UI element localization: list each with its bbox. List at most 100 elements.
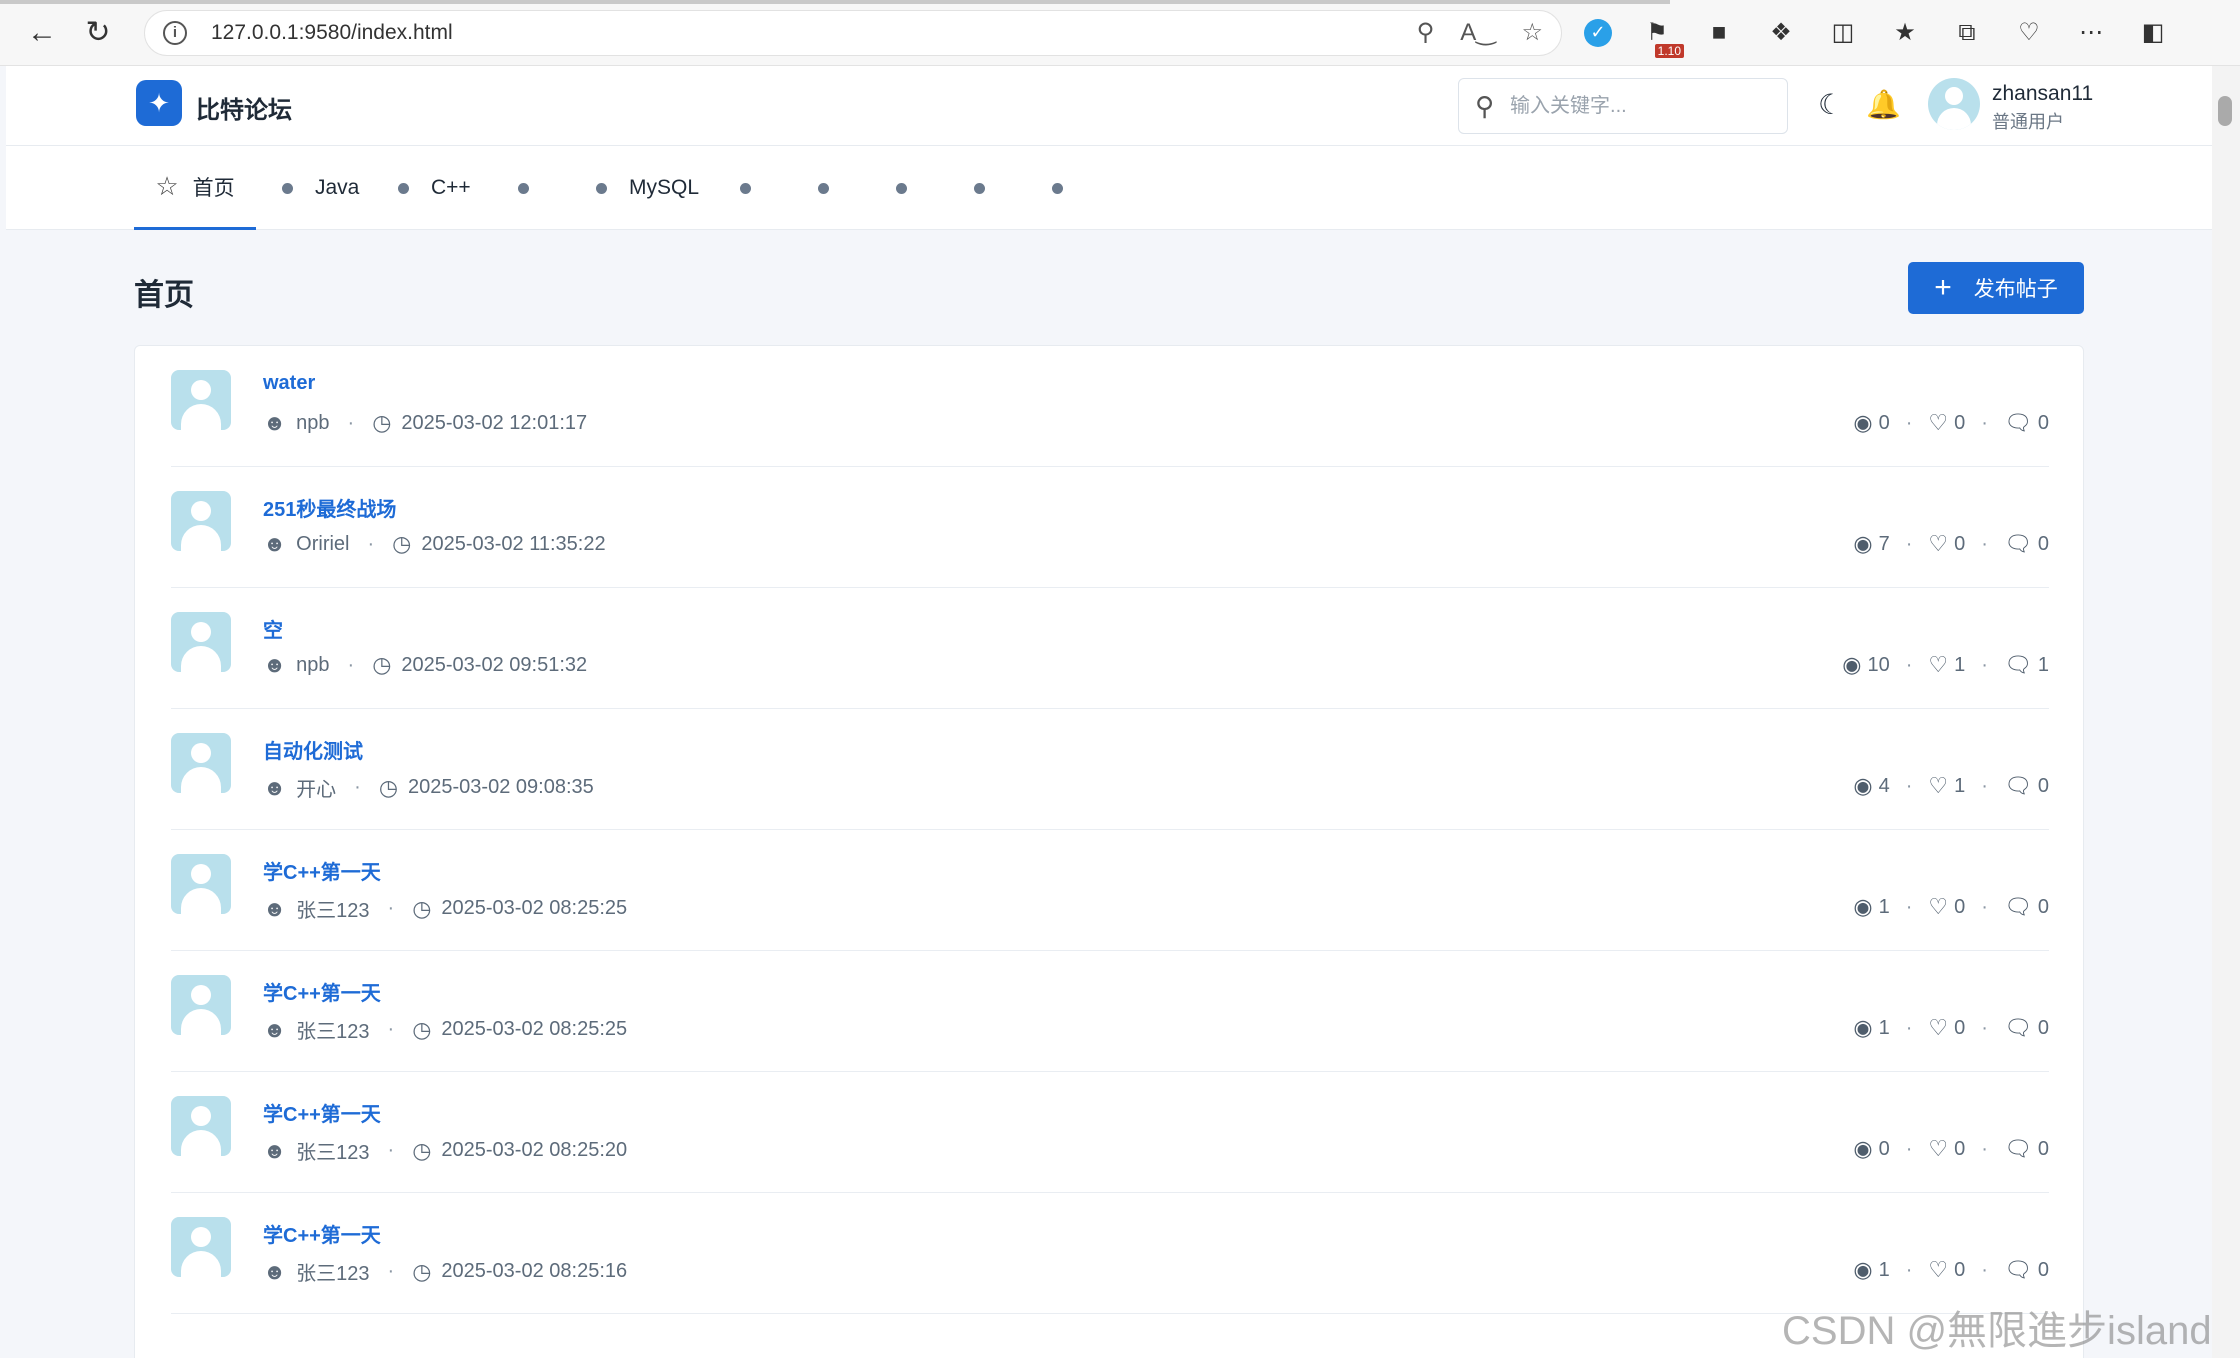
back-icon[interactable]: ← xyxy=(14,5,70,61)
post-author[interactable]: npb xyxy=(296,412,329,435)
bell-icon[interactable]: 🔔 xyxy=(1866,88,1901,121)
comment-icon: 🗨 xyxy=(2003,1015,2032,1040)
post-title[interactable]: 学C++第一天 xyxy=(263,1219,381,1248)
post-time: 2025-03-02 08:25:16 xyxy=(441,1260,628,1282)
post-avatar[interactable] xyxy=(171,854,231,914)
heart-pulse-icon[interactable]: ♡ xyxy=(2012,16,2046,50)
post-avatar[interactable] xyxy=(171,491,231,551)
comment-icon: 🗨 xyxy=(2003,531,2032,556)
post-author[interactable]: 张三123 xyxy=(296,1015,369,1044)
favorite-star-icon[interactable]: ☆ xyxy=(1521,18,1543,47)
tab-empty-4[interactable] xyxy=(896,146,929,230)
like-count: 0 xyxy=(1954,532,1966,555)
post-title[interactable]: 学C++第一天 xyxy=(263,977,381,1006)
user-icon: ☻ xyxy=(263,1016,287,1042)
heart-icon: ♡ xyxy=(1928,1257,1949,1282)
list-item[interactable]: 学C++第一天 ☻ 张三123 · ◷ 2025-03-02 08:25:25 … xyxy=(171,830,2049,951)
logo-icon[interactable]: ✦ xyxy=(136,80,182,126)
dot-icon xyxy=(740,182,751,194)
tab-java[interactable]: Java xyxy=(282,146,359,230)
post-time: 2025-03-02 08:25:25 xyxy=(441,1018,628,1040)
post-avatar[interactable] xyxy=(171,733,231,793)
extension-blue-icon[interactable]: ✓ xyxy=(1584,18,1612,47)
heart-icon: ♡ xyxy=(1928,894,1949,919)
refresh-icon[interactable]: ↻ xyxy=(70,5,126,61)
eye-icon: ◉ xyxy=(1853,1015,1873,1040)
category-tabs: ☆ 首页 Java C++ MySQL xyxy=(6,146,2212,230)
search-input[interactable] xyxy=(1510,94,1751,118)
post-time: 2025-03-02 09:51:32 xyxy=(401,653,588,676)
scrollbar-thumb[interactable] xyxy=(2218,96,2232,126)
search-box[interactable]: ⚲ xyxy=(1458,78,1788,134)
post-author[interactable]: npb xyxy=(296,654,329,677)
avatar[interactable] xyxy=(1928,78,1980,130)
list-item[interactable]: 251秒最终战场 ☻ Oririel · ◷ 2025-03-02 11:35:… xyxy=(171,467,2049,588)
tab-empty-1[interactable] xyxy=(518,146,551,230)
post-title[interactable]: 空 xyxy=(263,614,283,643)
post-author[interactable]: 张三123 xyxy=(296,894,369,923)
reply-count: 0 xyxy=(2037,1016,2049,1039)
post-title[interactable]: water xyxy=(263,372,315,395)
post-author[interactable]: 开心 xyxy=(296,773,336,802)
dot-icon xyxy=(974,182,985,194)
view-count: 7 xyxy=(1878,532,1890,555)
tab-empty-6[interactable] xyxy=(1052,146,1085,230)
plus-icon: + xyxy=(1934,271,1952,304)
user-icon: ☻ xyxy=(263,1137,287,1163)
list-item[interactable]: 学C++第一天 ☻ 张三123 · ◷ 2025-03-02 08:25:25 … xyxy=(171,951,2049,1072)
post-avatar[interactable] xyxy=(171,1096,231,1156)
tab-empty-3[interactable] xyxy=(818,146,851,230)
username[interactable]: zhansan11 xyxy=(1992,82,2093,106)
site-info-icon[interactable]: i xyxy=(163,20,187,45)
post-stats: ◉ 1 · ♡ 0 · 🗨 0 xyxy=(1853,894,2049,919)
post-avatar[interactable] xyxy=(171,975,231,1035)
tab-empty-5[interactable] xyxy=(974,146,1007,230)
comment-icon: 🗨 xyxy=(2003,652,2032,677)
like-count: 0 xyxy=(1954,411,1966,434)
key-icon[interactable]: ⚲ xyxy=(1417,18,1435,47)
tab-cpp[interactable]: C++ xyxy=(398,146,471,230)
user-role: 普通用户 xyxy=(1992,112,2064,132)
list-item[interactable]: 自动化测试 ☻ 开心 · ◷ 2025-03-02 09:08:35 ◉ 4 ·… xyxy=(171,709,2049,830)
tab-home[interactable]: ☆ 首页 xyxy=(134,146,256,230)
url-text[interactable]: 127.0.0.1:9580/index.html xyxy=(211,21,1391,45)
puzzle-icon[interactable]: ❖ xyxy=(1764,16,1798,50)
read-aloud-icon[interactable]: A‿ xyxy=(1460,18,1495,47)
post-avatar[interactable] xyxy=(171,370,231,430)
tab-mysql[interactable]: MySQL xyxy=(596,146,699,230)
new-post-button[interactable]: + 发布帖子 xyxy=(1908,262,2084,314)
list-item[interactable]: 学C++第一天 ☻ 张三123 · ◷ 2025-03-02 08:25:20 … xyxy=(171,1072,2049,1193)
post-title[interactable]: 学C++第一天 xyxy=(263,856,381,885)
extension-flag-icon[interactable]: ⚑ 1.10 xyxy=(1640,16,1684,58)
heart-icon: ♡ xyxy=(1928,1136,1949,1161)
extension-badge: 1.10 xyxy=(1654,43,1684,58)
more-icon[interactable]: ⋯ xyxy=(2074,16,2108,50)
post-avatar[interactable] xyxy=(171,612,231,672)
scrollbar[interactable] xyxy=(2212,66,2240,1358)
post-author[interactable]: Oririel xyxy=(296,533,349,556)
post-title[interactable]: 学C++第一天 xyxy=(263,1098,381,1127)
dark-mode-icon[interactable]: ☾ xyxy=(1818,88,1843,121)
sidebar-toggle-icon[interactable]: ◧ xyxy=(2136,16,2170,50)
post-author[interactable]: 张三123 xyxy=(296,1136,369,1165)
extension-dark-icon[interactable]: ■ xyxy=(1702,16,1736,50)
list-item[interactable]: 空 ☻ npb · ◷ 2025-03-02 09:51:32 ◉ 10 · ♡… xyxy=(171,588,2049,709)
list-item[interactable]: water ☻ npb · ◷ 2025-03-02 12:01:17 ◉ 0 … xyxy=(171,346,2049,467)
user-icon: ☻ xyxy=(263,774,287,800)
collections-icon[interactable]: ⧉ xyxy=(1950,16,1984,50)
post-author[interactable]: 张三123 xyxy=(296,1257,369,1286)
favorites-icon[interactable]: ★ xyxy=(1888,16,1922,50)
post-title[interactable]: 自动化测试 xyxy=(263,735,363,764)
split-screen-icon[interactable]: ◫ xyxy=(1826,16,1860,50)
dot-icon xyxy=(518,182,529,194)
post-avatar[interactable] xyxy=(171,1217,231,1277)
post-title[interactable]: 251秒最终战场 xyxy=(263,493,396,522)
list-item[interactable]: 学C++第一天 ☻ 张三123 · ◷ 2025-03-02 08:25:16 … xyxy=(171,1193,2049,1314)
tab-empty-2[interactable] xyxy=(740,146,773,230)
like-count: 0 xyxy=(1954,1016,1966,1039)
post-time: 2025-03-02 08:25:25 xyxy=(441,897,628,919)
post-time: 2025-03-02 12:01:17 xyxy=(401,411,588,434)
post-time: 2025-03-02 11:35:22 xyxy=(421,532,606,555)
address-bar[interactable]: i 127.0.0.1:9580/index.html ⚲ A‿ ☆ xyxy=(144,9,1562,56)
brand-name[interactable]: 比特论坛 xyxy=(196,90,292,125)
